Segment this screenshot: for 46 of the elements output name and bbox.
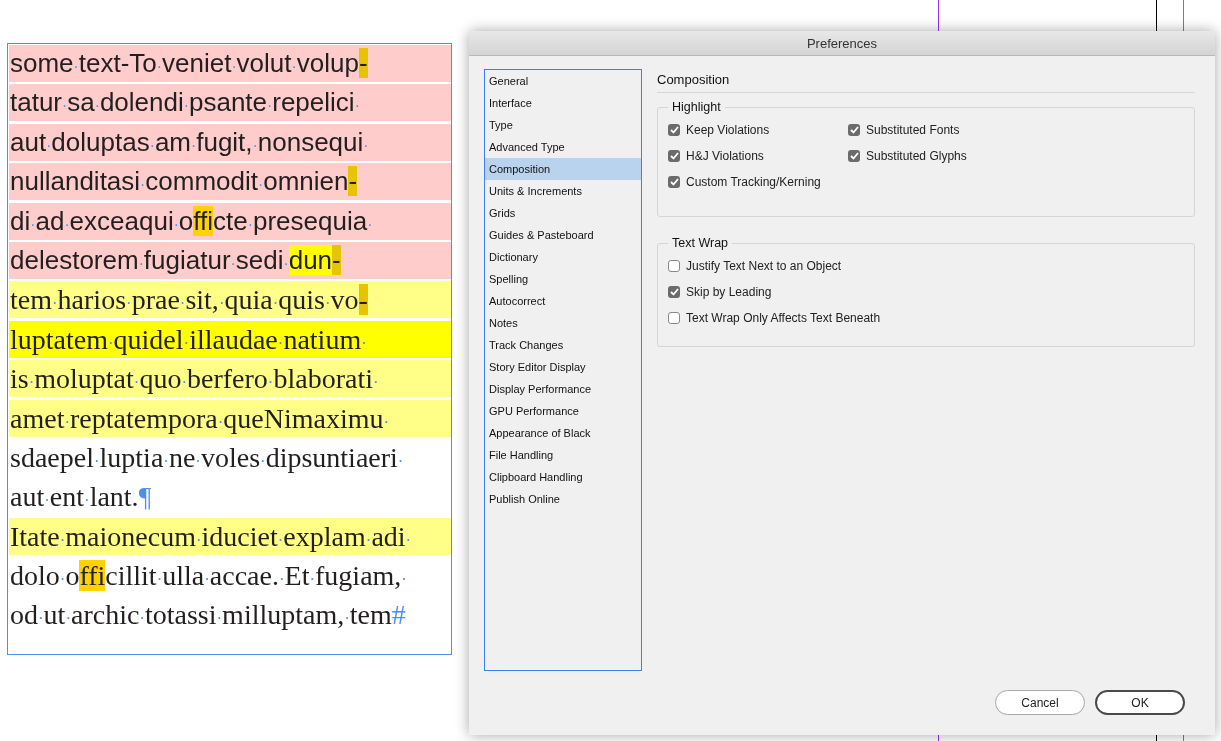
- category-item[interactable]: Track Changes: [485, 334, 641, 356]
- category-item[interactable]: Notes: [485, 312, 641, 334]
- section-heading: Composition: [657, 69, 1195, 93]
- category-item[interactable]: Interface: [485, 92, 641, 114]
- category-item[interactable]: Grids: [485, 202, 641, 224]
- checkbox[interactable]: [848, 124, 860, 136]
- category-item[interactable]: Composition: [485, 158, 641, 180]
- checkbox[interactable]: [668, 286, 680, 298]
- category-item[interactable]: Appearance of Black: [485, 422, 641, 444]
- ok-button[interactable]: OK: [1095, 690, 1185, 715]
- category-item[interactable]: Autocorrect: [485, 290, 641, 312]
- checkbox-option[interactable]: H&J Violations: [668, 146, 848, 166]
- window-title: Preferences: [806, 35, 878, 51]
- category-item[interactable]: Story Editor Display: [485, 356, 641, 378]
- category-item[interactable]: Type: [485, 114, 641, 136]
- checkbox-option[interactable]: Custom Tracking/Kerning: [668, 172, 848, 192]
- checkbox-option[interactable]: Substituted Glyphs: [848, 146, 1184, 166]
- checkbox-option[interactable]: Substituted Fonts: [848, 120, 1184, 140]
- text-line: aut·ent·lant.¶: [9, 480, 153, 515]
- category-item[interactable]: Spelling: [485, 268, 641, 290]
- checkbox-option[interactable]: Skip by Leading: [668, 282, 1184, 302]
- category-item[interactable]: Display Performance: [485, 378, 641, 400]
- checkbox[interactable]: [668, 176, 680, 188]
- category-item[interactable]: File Handling: [485, 444, 641, 466]
- checkbox-option[interactable]: Keep Violations: [668, 120, 848, 140]
- checkbox[interactable]: [668, 124, 680, 136]
- category-item[interactable]: Dictionary: [485, 246, 641, 268]
- category-item[interactable]: Clipboard Handling: [485, 466, 641, 488]
- checkbox[interactable]: [668, 312, 680, 324]
- group-title: Text Wrap: [668, 236, 733, 250]
- category-item[interactable]: Guides & Pasteboard: [485, 224, 641, 246]
- group-title: Highlight: [668, 100, 725, 114]
- category-item[interactable]: Publish Online: [485, 488, 641, 510]
- checkbox[interactable]: [848, 150, 860, 162]
- category-item[interactable]: Units & Increments: [485, 180, 641, 202]
- text-line: od·ut·archic·totassi·milluptam,·tem#: [9, 598, 407, 633]
- category-item[interactable]: GPU Performance: [485, 400, 641, 422]
- checkbox-option[interactable]: Text Wrap Only Affects Text Beneath: [668, 308, 1184, 328]
- text-line: dolo·officillit·ulla·accae.·Et·fugiam,·: [9, 559, 408, 594]
- checkbox[interactable]: [668, 150, 680, 162]
- cancel-button[interactable]: Cancel: [995, 690, 1085, 715]
- category-item[interactable]: Advanced Type: [485, 136, 641, 158]
- category-item[interactable]: General: [485, 70, 641, 92]
- checkbox-option[interactable]: Justify Text Next to an Object: [668, 256, 1184, 276]
- checkbox[interactable]: [668, 260, 680, 272]
- text-line: sdaepel·luptia·ne·voles·dipsuntiaeri·: [9, 440, 405, 475]
